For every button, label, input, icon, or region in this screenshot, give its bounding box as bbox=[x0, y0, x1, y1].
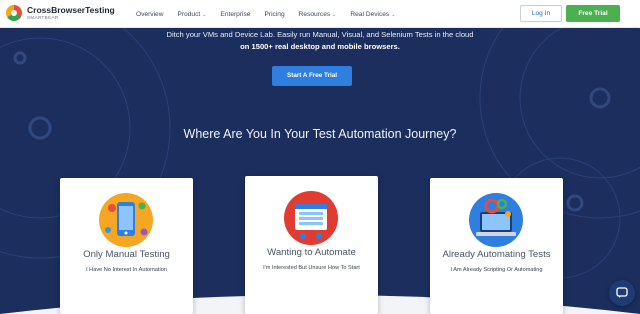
top-navigation-bar: CrossBrowserTesting SMARTBEAR Overview P… bbox=[0, 0, 640, 28]
card-title: Already Automating Tests bbox=[442, 249, 551, 260]
card-subtitle: I'm Interested But Unsure How To Start bbox=[263, 265, 360, 271]
chevron-down-icon: ⌄ bbox=[202, 11, 207, 18]
chat-button[interactable] bbox=[609, 280, 635, 306]
logo-subtitle: SMARTBEAR bbox=[27, 14, 59, 20]
card-title: Wanting to Automate bbox=[267, 247, 356, 258]
card-subtitle: I Have No Interest In Automation bbox=[86, 267, 167, 273]
hero-tagline: Ditch your VMs and Device Lab. Easily ru… bbox=[166, 30, 474, 39]
nav-product[interactable]: Product ⌄ bbox=[177, 11, 206, 18]
hero-tagline-bold: on 1500+ real desktop and mobile browser… bbox=[240, 42, 400, 51]
main-nav: Overview Product ⌄ Enterprise Pricing Res… bbox=[136, 0, 409, 28]
nav-pricing[interactable]: Pricing bbox=[264, 11, 284, 18]
card-only-manual-testing[interactable]: Only Manual Testing I Have No Interest I… bbox=[60, 178, 193, 314]
nav-resources[interactable]: Resources ⌄ bbox=[299, 11, 337, 18]
card-already-automating[interactable]: Already Automating Tests I Am Already Sc… bbox=[430, 178, 563, 314]
card-wanting-to-automate[interactable]: Wanting to Automate I'm Interested But U… bbox=[245, 176, 378, 314]
logo-icon bbox=[6, 5, 22, 21]
start-free-trial-button[interactable]: Start A Free Trial bbox=[272, 66, 352, 86]
nav-overview[interactable]: Overview bbox=[136, 11, 163, 18]
chevron-down-icon: ⌄ bbox=[332, 11, 337, 18]
card-title: Only Manual Testing bbox=[83, 249, 170, 260]
browser-window-icon bbox=[284, 191, 338, 245]
chevron-down-icon: ⌄ bbox=[391, 11, 396, 18]
laptop-gears-icon bbox=[469, 193, 523, 247]
free-trial-button[interactable]: Free Trial bbox=[566, 5, 620, 22]
journey-heading: Where Are You In Your Test Automation Jo… bbox=[183, 127, 457, 141]
login-button[interactable]: Log In bbox=[520, 5, 562, 22]
mobile-phone-icon bbox=[99, 193, 153, 247]
nav-real-devices[interactable]: Real Devices ⌄ bbox=[350, 11, 395, 18]
hero-section: Ditch your VMs and Device Lab. Easily ru… bbox=[0, 28, 640, 314]
chat-icon bbox=[616, 287, 628, 298]
card-subtitle: I Am Already Scripting Or Automating bbox=[450, 267, 543, 273]
logo-name: CrossBrowserTesting bbox=[27, 4, 115, 15]
brand-logo[interactable]: CrossBrowserTesting SMARTBEAR bbox=[6, 5, 115, 21]
nav-enterprise[interactable]: Enterprise bbox=[220, 11, 250, 18]
